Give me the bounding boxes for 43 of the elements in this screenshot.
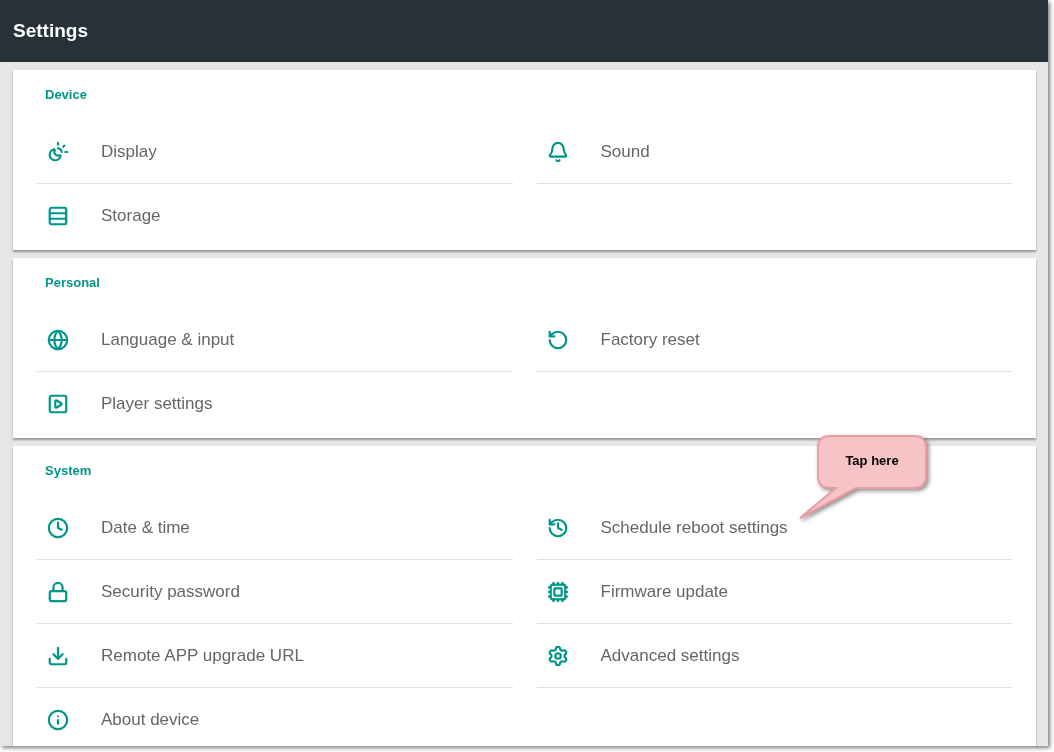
item-label: Date & time bbox=[101, 516, 190, 539]
item-label: Firmware update bbox=[600, 580, 729, 603]
settings-item[interactable]: Sound bbox=[536, 120, 1012, 184]
item-label: Language & input bbox=[101, 328, 235, 351]
item-label: Advanced settings bbox=[600, 644, 740, 667]
section-title: Device bbox=[45, 86, 87, 105]
settings-item[interactable]: Date & time bbox=[37, 496, 513, 560]
settings-item[interactable]: Player settings bbox=[37, 372, 513, 436]
clock-icon bbox=[47, 516, 69, 539]
clock-arrow-icon bbox=[546, 516, 569, 539]
item-label: About device bbox=[101, 709, 200, 732]
play-icon bbox=[47, 393, 69, 415]
item-label: Player settings bbox=[101, 393, 213, 416]
settings-item[interactable]: Factory reset bbox=[536, 308, 1012, 372]
settings-icon bbox=[546, 644, 569, 667]
item-label: Sound bbox=[600, 140, 650, 163]
settings-item[interactable]: Remote APP upgrade URL bbox=[37, 624, 513, 688]
storage-icon bbox=[47, 205, 69, 227]
settings-item[interactable]: Language & input bbox=[37, 308, 513, 372]
circular-arrow-icon bbox=[546, 328, 569, 351]
settings-item[interactable]: About device bbox=[37, 688, 513, 746]
settings-item[interactable]: Security password bbox=[37, 560, 513, 624]
settings-item[interactable]: Storage bbox=[37, 184, 513, 248]
section-title: System bbox=[45, 462, 92, 481]
bell-icon bbox=[546, 140, 569, 163]
item-label: Schedule reboot settings bbox=[600, 516, 788, 539]
info-icon bbox=[47, 709, 69, 731]
item-label: Storage bbox=[101, 205, 161, 228]
item-label: Security password bbox=[101, 580, 240, 603]
app-bar-title: Settings bbox=[13, 18, 88, 43]
item-label: Factory reset bbox=[600, 328, 700, 351]
callout-text: Tap here bbox=[844, 452, 900, 470]
settings-item[interactable]: Firmware update bbox=[536, 560, 1012, 624]
item-label: Display bbox=[101, 140, 157, 163]
download-icon bbox=[47, 644, 69, 667]
settings-item[interactable]: Display bbox=[37, 120, 513, 184]
section-title: Personal bbox=[45, 274, 100, 293]
globe-icon bbox=[47, 328, 69, 351]
chip-icon bbox=[546, 580, 569, 603]
lock-icon bbox=[47, 580, 69, 603]
brightness-icon bbox=[47, 140, 69, 163]
settings-item[interactable]: Advanced settings bbox=[536, 624, 1012, 688]
item-label: Remote APP upgrade URL bbox=[101, 644, 304, 667]
